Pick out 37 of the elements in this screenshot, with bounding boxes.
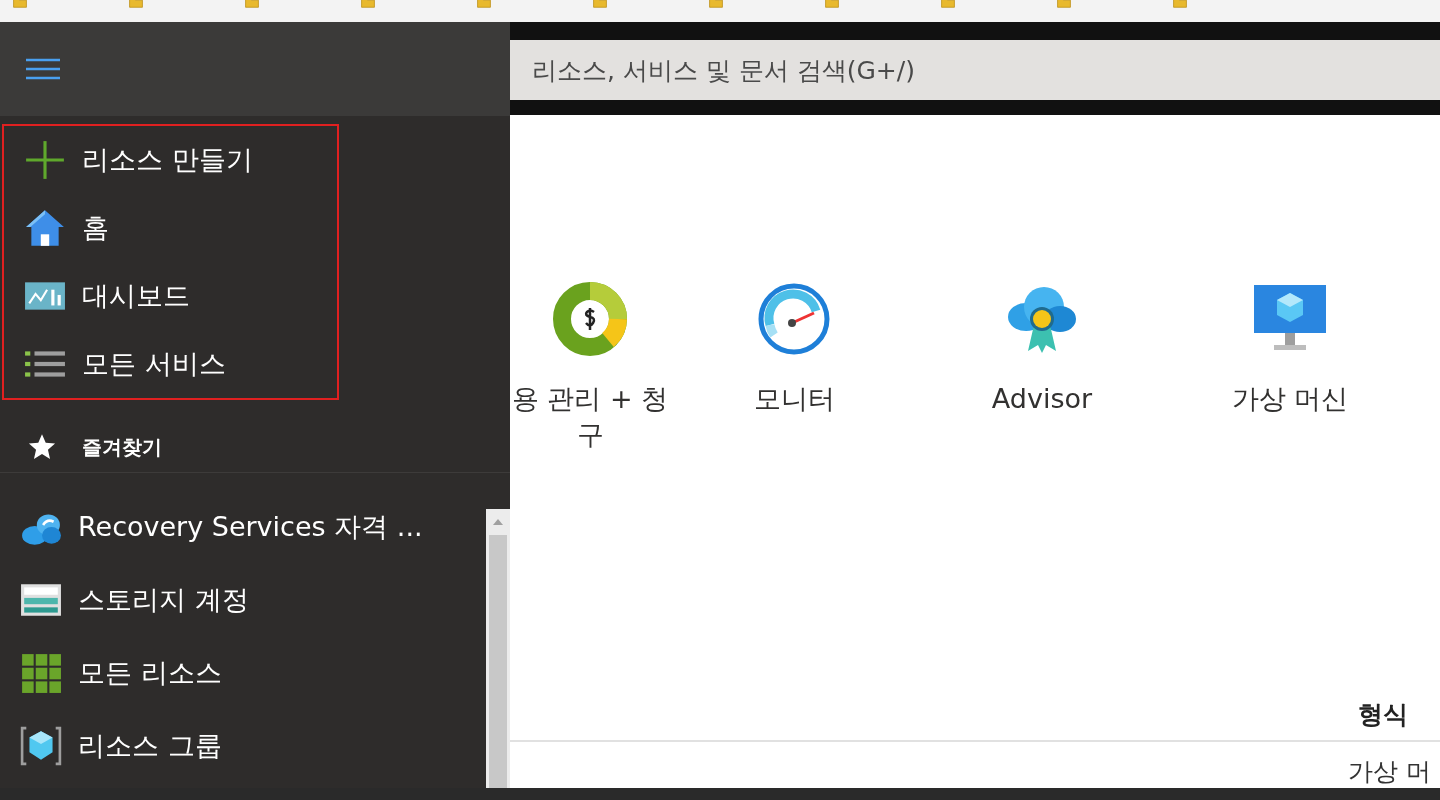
folder-icon[interactable] [822, 0, 842, 8]
folder-icon[interactable] [126, 0, 146, 8]
sidebar-item[interactable]: 홈 [4, 207, 337, 249]
sidebar-item[interactable]: 대시보드 [4, 275, 337, 317]
gauge-icon [756, 281, 832, 357]
folder-icon[interactable] [10, 0, 30, 8]
folder-icon[interactable] [590, 0, 610, 8]
search-field[interactable]: 리소스, 서비스 및 문서 검색(G+/) [510, 40, 1440, 100]
menu-button[interactable] [26, 57, 60, 81]
sidebar-item[interactable]: 스토리지 계정 [0, 563, 486, 636]
folder-icon[interactable] [1170, 0, 1190, 8]
sidebar-item[interactable]: 리소스 만들기 [4, 139, 337, 181]
folder-icon[interactable] [242, 0, 262, 8]
grid-icon [20, 651, 62, 694]
service-tile[interactable]: 가상 머신 [1166, 281, 1414, 453]
scrollbar[interactable] [486, 509, 510, 788]
sidebar-item[interactable]: 모든 서비스 [4, 343, 337, 385]
favorites-title: 즐겨찾기 [82, 433, 162, 461]
star-icon [28, 433, 56, 461]
sidebar-item[interactable]: Recovery Services 자격 ... [0, 490, 486, 563]
folder-icon[interactable] [358, 0, 378, 8]
sidebar-item[interactable]: 리소스 그룹 [0, 709, 486, 782]
service-tile[interactable]: 용 관리 + 청구 [510, 281, 670, 453]
folder-icon[interactable] [706, 0, 726, 8]
sidebar-item[interactable]: 모든 리소스 [0, 636, 486, 709]
folder-icon[interactable] [1054, 0, 1074, 8]
scroll-up-icon[interactable] [493, 519, 503, 525]
scrollbar-thumb[interactable] [489, 535, 507, 788]
column-header[interactable]: 형식 [1358, 697, 1408, 731]
folder-icon[interactable] [938, 0, 958, 8]
service-tile[interactable]: Advisor [918, 281, 1166, 453]
cost-icon [552, 281, 628, 357]
plus-icon [24, 139, 66, 181]
table-cell-text: 가상 머 [1348, 756, 1432, 788]
service-tile[interactable]: 모니터 [670, 281, 918, 453]
folder-icon[interactable] [474, 0, 494, 8]
cube-icon [20, 724, 62, 767]
